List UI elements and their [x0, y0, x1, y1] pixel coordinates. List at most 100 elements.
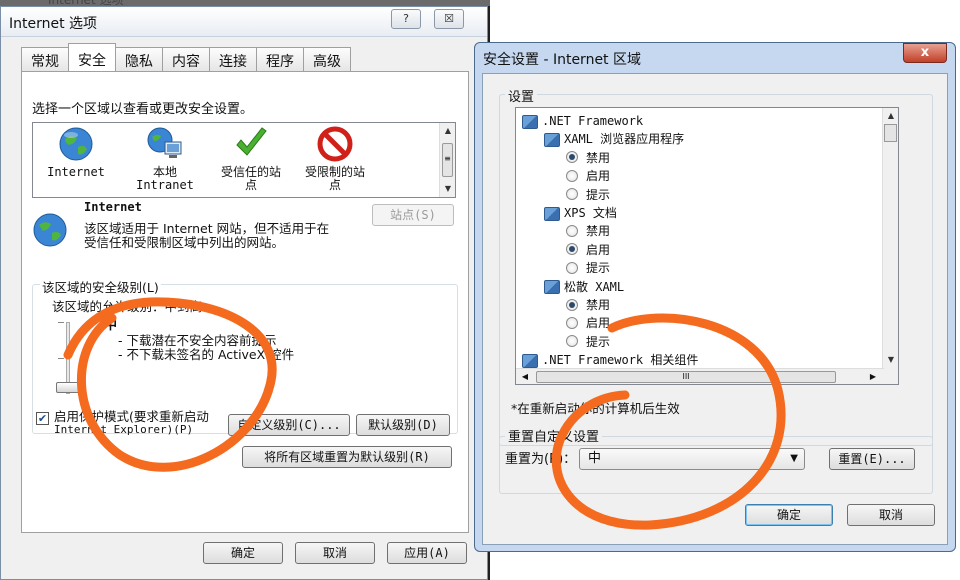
- close-button[interactable]: ☒: [434, 9, 464, 29]
- security-tab-panel: 选择一个区域以查看或更改安全设置。 Internet 本地 Intranet 受…: [21, 71, 469, 533]
- settings-label: 设置: [505, 86, 538, 105]
- setting-radio-option[interactable]: 启用: [566, 241, 610, 259]
- tree-label: 启用: [586, 169, 611, 184]
- reset-group-label: 重置自定义设置: [505, 426, 603, 445]
- radio-icon: [566, 224, 578, 237]
- scroll-thumb[interactable]: [884, 124, 897, 142]
- tree-label: 提示: [586, 261, 611, 276]
- restart-note: *在重新启动你的计算机后生效: [511, 401, 680, 416]
- tab-security[interactable]: 安全: [68, 43, 116, 71]
- tab-strip: 常规 安全 隐私 内容 连接 程序 高级: [21, 43, 351, 71]
- slider-tick: [58, 322, 64, 323]
- default-level-button[interactable]: 默认级别(D): [356, 414, 450, 436]
- restricted-icon: [317, 126, 353, 162]
- dialog-title: 安全设置 - Internet 区域: [483, 52, 641, 68]
- setting-radio-option[interactable]: 启用: [566, 167, 610, 185]
- reset-all-zones-button[interactable]: 将所有区域重置为默认级别(R): [242, 446, 452, 468]
- reset-button[interactable]: 重置(E)...: [829, 448, 915, 470]
- setting-tree-node[interactable]: XAML 浏览器应用程序: [544, 130, 684, 148]
- cancel-button[interactable]: 取消: [295, 542, 375, 564]
- tree-vertical-scrollbar[interactable]: ▲ ▼: [882, 108, 898, 384]
- tab-programs[interactable]: 程序: [256, 47, 304, 71]
- zone-local-intranet[interactable]: 本地 Intranet: [125, 123, 205, 192]
- scroll-thumb[interactable]: III: [536, 371, 836, 383]
- sites-button[interactable]: 站点(S): [372, 204, 454, 226]
- custom-level-button[interactable]: 自定义级别(C)...: [228, 414, 350, 436]
- setting-radio-option[interactable]: 禁用: [566, 296, 610, 314]
- tree-horizontal-scrollbar[interactable]: ◀ III ▶: [516, 368, 884, 384]
- setting-radio-option[interactable]: 启用: [566, 314, 610, 332]
- scroll-thumb[interactable]: ≡: [442, 143, 453, 177]
- setting-radio-option[interactable]: 提示: [566, 186, 610, 204]
- setting-tree-node[interactable]: .NET Framework: [522, 112, 643, 130]
- radio-icon: [566, 261, 578, 274]
- allowed-levels-label: 该区域的允许级别：中到高: [52, 299, 203, 314]
- ok-button[interactable]: 确定: [203, 542, 283, 564]
- selected-zone-globe-icon: [33, 213, 67, 247]
- setting-tree-node[interactable]: XPS 文档: [544, 204, 617, 222]
- tab-advanced[interactable]: 高级: [303, 47, 351, 71]
- tree-label: 提示: [586, 334, 611, 349]
- zone-description: 该区域适用于 Internet 网站，但不适用于在 受信任和受限制区域中列出的网…: [84, 222, 329, 250]
- tab-content[interactable]: 内容: [162, 47, 210, 71]
- radio-selected-icon: [566, 243, 578, 256]
- scroll-down-icon[interactable]: ▼: [440, 181, 456, 197]
- intranet-icon: [147, 127, 182, 158]
- ok-button[interactable]: 确定: [745, 504, 833, 526]
- zone-desc-line-1: 该区域适用于 Internet 网站，但不适用于在: [84, 221, 330, 236]
- tab-connections[interactable]: 连接: [209, 47, 257, 71]
- protected-mode-line-1: 启用保护模式(要求重新启动: [54, 409, 209, 424]
- level-bullet-2: - 不下载未签名的 ActiveX 控件: [118, 347, 295, 362]
- zone-label-2: 点: [244, 178, 257, 192]
- tree-label: 禁用: [586, 224, 611, 239]
- radio-selected-icon: [566, 298, 578, 311]
- tree-label: XAML 浏览器应用程序: [564, 132, 685, 147]
- security-level-label: 该区域的安全级别(L): [40, 277, 161, 296]
- settings-node-icon: [544, 132, 560, 147]
- setting-tree-node[interactable]: .NET Framework 相关组件: [522, 351, 698, 369]
- title-bar: Internet 选项 ? ☒: [1, 7, 487, 37]
- check-icon: [236, 127, 267, 156]
- setting-radio-option[interactable]: 提示: [566, 259, 610, 277]
- zone-label-2: 点: [328, 178, 341, 192]
- protected-mode-label[interactable]: 启用保护模式(要求重新启动 Internet Explorer)(P): [54, 410, 209, 436]
- zone-trusted-sites[interactable]: 受信任的站 点: [211, 123, 291, 192]
- zone-list-scrollbar[interactable]: ▲ ≡ ▼: [439, 123, 455, 197]
- close-button[interactable]: x: [903, 43, 947, 63]
- dialog-title: Internet 选项: [9, 16, 98, 32]
- tab-privacy[interactable]: 隐私: [115, 47, 163, 71]
- tree-label: 启用: [586, 242, 611, 257]
- setting-radio-option[interactable]: 禁用: [566, 149, 610, 167]
- protected-mode-checkbox[interactable]: ✔: [36, 412, 49, 425]
- scroll-up-icon[interactable]: ▲: [440, 123, 456, 139]
- level-slider-thumb[interactable]: [56, 382, 80, 393]
- scroll-down-icon[interactable]: ▼: [883, 352, 898, 368]
- cancel-button[interactable]: 取消: [847, 504, 935, 526]
- scroll-right-icon[interactable]: ▶: [866, 369, 880, 384]
- radio-icon: [566, 169, 578, 182]
- zone-internet[interactable]: Internet: [41, 123, 111, 179]
- reset-level-dropdown[interactable]: 中 ▼: [579, 448, 805, 470]
- scroll-up-icon[interactable]: ▲: [883, 108, 898, 124]
- radio-icon: [566, 188, 578, 201]
- protected-mode-line-2: Internet Explorer)(P): [54, 423, 194, 436]
- zone-list: Internet 本地 Intranet 受信任的站 点 受限制的站 点 ▲ ≡…: [32, 122, 456, 198]
- radio-icon: [566, 316, 578, 329]
- radio-selected-icon: [566, 151, 578, 164]
- setting-radio-option[interactable]: 禁用: [566, 222, 610, 240]
- zone-label: Internet: [47, 165, 105, 179]
- internet-options-dialog: Internet 选项 ? ☒ 常规 安全 隐私 内容 连接 程序 高级 选择一…: [0, 6, 488, 580]
- setting-tree-node[interactable]: 松散 XAML: [544, 278, 624, 296]
- zone-name: Internet: [84, 200, 142, 214]
- tree-label: 启用: [586, 316, 611, 331]
- scroll-left-icon[interactable]: ◀: [518, 369, 532, 384]
- dropdown-value: 中: [588, 451, 602, 466]
- zone-restricted-sites[interactable]: 受限制的站 点: [295, 123, 375, 192]
- help-button[interactable]: ?: [391, 9, 421, 29]
- tab-general[interactable]: 常规: [21, 47, 69, 71]
- zone-desc-line-2: 受信任和受限制区域中列出的网站。: [84, 235, 285, 250]
- globe-icon: [59, 127, 93, 161]
- level-description: - 下载潜在不安全内容前提示 - 不下载未签名的 ActiveX 控件: [118, 334, 294, 362]
- apply-button[interactable]: 应用(A): [387, 542, 467, 564]
- setting-radio-option[interactable]: 提示: [566, 333, 610, 351]
